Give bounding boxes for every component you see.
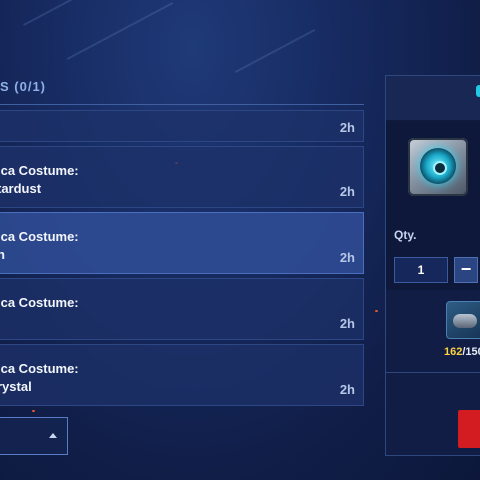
item-duration: 2h — [339, 120, 355, 135]
background-spark — [32, 410, 35, 412]
rewards-section-title: S (0/1) — [0, 79, 47, 94]
crate-emblem-core — [433, 161, 447, 175]
item-variant: tardust — [0, 181, 42, 196]
item-name: ica Costume: — [0, 229, 79, 244]
panel-divider — [386, 372, 480, 373]
item-variant: n — [0, 247, 5, 262]
list-item[interactable]: ica Costume: 2h — [0, 278, 364, 340]
item-duration: 2h — [339, 316, 355, 331]
header-accent — [476, 85, 480, 97]
item-name: ica Costume: — [0, 361, 79, 376]
quantity-input[interactable]: 1 — [394, 257, 448, 283]
background-spark — [375, 310, 378, 312]
crate-emblem — [420, 148, 456, 184]
list-item[interactable]: ica Costume: tardust 2h — [0, 146, 364, 208]
list-item[interactable]: ica Costume: rystal 2h — [0, 344, 364, 406]
list-item[interactable]: 2h — [0, 110, 364, 142]
item-detail-panel: Qty. 1 − 162/150 — [385, 75, 480, 456]
filter-dropdown[interactable] — [0, 417, 68, 455]
cost-material-icon — [446, 301, 480, 339]
confirm-button[interactable] — [458, 410, 480, 448]
cost-required: 150 — [465, 346, 480, 358]
chest-crate-icon — [408, 138, 468, 196]
background-streak — [23, 0, 77, 26]
cost-material-shape — [453, 314, 477, 328]
item-duration: 2h — [339, 382, 355, 397]
list-item-selected[interactable]: ica Costume: n 2h — [0, 212, 364, 274]
item-variant: rystal — [0, 379, 32, 394]
cost-owned: 162 — [444, 346, 463, 358]
cost-amount: 162/150 — [444, 346, 480, 358]
item-name: ica Costume: — [0, 163, 79, 178]
background-streak — [66, 1, 174, 61]
quantity-label: Qty. — [394, 228, 417, 242]
panel-header — [386, 76, 480, 121]
caret-up-icon — [49, 433, 57, 438]
item-duration: 2h — [339, 250, 355, 265]
background-streak — [234, 28, 316, 74]
item-duration: 2h — [339, 184, 355, 199]
item-name: ica Costume: — [0, 295, 79, 310]
minus-icon[interactable]: − — [454, 257, 478, 283]
section-divider — [0, 104, 364, 105]
